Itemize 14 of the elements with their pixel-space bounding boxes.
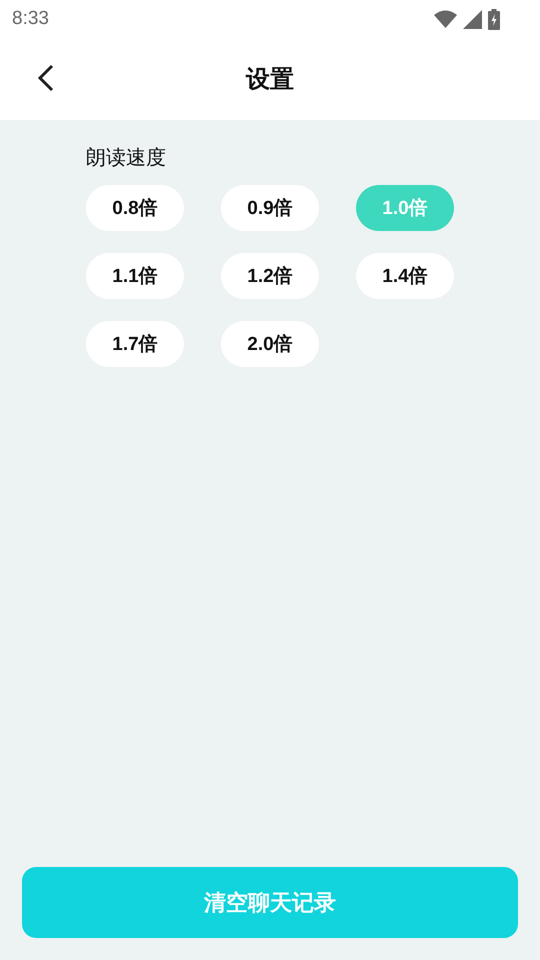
- speed-option[interactable]: 1.4倍: [356, 253, 454, 299]
- signal-icon: [463, 10, 482, 28]
- speed-option[interactable]: 1.1倍: [86, 253, 184, 299]
- speed-option[interactable]: 0.9倍: [221, 185, 319, 231]
- speed-option[interactable]: 2.0倍: [221, 321, 319, 367]
- back-icon[interactable]: [36, 64, 54, 92]
- speed-option[interactable]: 0.8倍: [86, 185, 184, 231]
- wifi-icon: [434, 10, 457, 28]
- speed-option[interactable]: 1.2倍: [221, 253, 319, 299]
- page-title: 设置: [246, 65, 294, 95]
- status-time: 8:33: [12, 8, 49, 30]
- battery-icon: [488, 8, 500, 30]
- speed-option[interactable]: 1.7倍: [86, 321, 184, 367]
- section-label: 朗读速度: [86, 146, 167, 171]
